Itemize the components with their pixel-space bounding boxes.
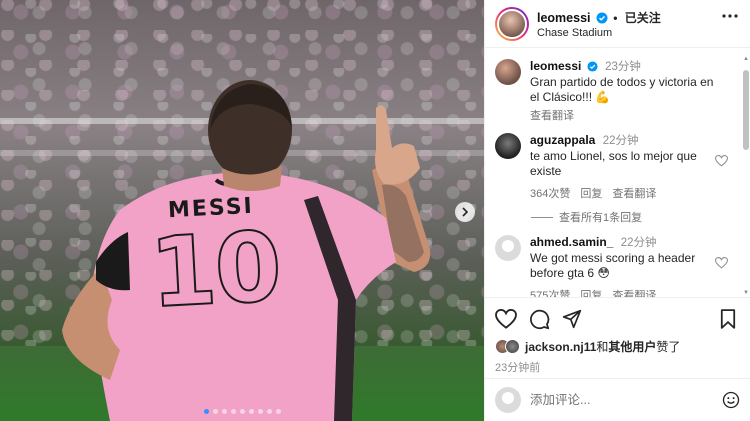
share-button[interactable] — [562, 309, 582, 329]
scroll-down-arrow[interactable]: ▼ — [743, 290, 749, 296]
see-translation-link[interactable]: 查看翻译 — [530, 107, 574, 123]
view-replies-link[interactable]: 查看所有1条回复 — [531, 209, 734, 225]
comment-time[interactable]: 22分钟 — [621, 237, 657, 249]
instagram-post-viewer: MESSI 10 leomessi • 已关注 Chase Stadium le… — [0, 0, 750, 421]
carousel-indicator — [0, 409, 484, 414]
commenter-avatar[interactable] — [495, 235, 521, 261]
comment-button[interactable] — [529, 309, 550, 330]
post-side-panel: leomessi • 已关注 Chase Stadium leomessi 23… — [484, 0, 750, 421]
emoji-button[interactable] — [722, 391, 740, 409]
bookmark-icon — [720, 309, 736, 329]
caption-username[interactable]: leomessi — [530, 59, 581, 73]
carousel-dot — [257, 409, 263, 414]
comment-input[interactable] — [530, 393, 700, 407]
comment-likes[interactable]: 364次赞 — [530, 185, 570, 201]
scroll-up-arrow[interactable]: ▲ — [743, 56, 749, 62]
scrollbar-thumb[interactable] — [743, 70, 749, 150]
caption-time[interactable]: 23分钟 — [605, 61, 641, 73]
location-link[interactable]: Chase Stadium — [537, 27, 661, 39]
commenter-avatar[interactable] — [495, 133, 521, 159]
carousel-next-button[interactable] — [455, 202, 475, 222]
caption: leomessi 23分钟 Gran partido de todos y vi… — [495, 59, 734, 123]
comments-list[interactable]: leomessi 23分钟 Gran partido de todos y vi… — [485, 49, 744, 297]
see-translation-link[interactable]: 查看翻译 — [612, 185, 656, 201]
author-avatar[interactable] — [495, 59, 521, 85]
others-link[interactable]: 其他用户 — [608, 338, 656, 355]
post-timestamp[interactable]: 23分钟前 — [495, 359, 740, 375]
carousel-dot — [230, 409, 236, 414]
likes-summary[interactable]: jackson.nj11 和 其他用户 赞了 — [495, 338, 740, 355]
liker-username[interactable]: jackson.nj11 — [525, 340, 596, 354]
more-icon[interactable] — [722, 14, 738, 18]
jersey-number: 10 — [146, 210, 283, 331]
carousel-dot — [266, 409, 272, 414]
comment-icon — [530, 309, 550, 329]
viewer-avatar — [495, 387, 521, 413]
chevron-right-icon — [462, 207, 469, 217]
post-photo: MESSI 10 — [0, 0, 484, 421]
comment-time[interactable]: 22分钟 — [603, 135, 639, 147]
carousel-dot — [275, 409, 281, 414]
post-header: leomessi • 已关注 Chase Stadium — [485, 0, 750, 48]
save-button[interactable] — [720, 309, 736, 329]
comments-scrollbar[interactable]: ▲ ▼ — [743, 56, 749, 296]
view-replies-label: 查看所有1条回复 — [559, 212, 643, 224]
comment-likes[interactable]: 575次赞 — [530, 287, 570, 297]
caption-text: Gran partido de todos y victoria en el C… — [530, 75, 714, 104]
comment-text: te amo Lionel, sos lo mejor que existe — [530, 149, 697, 178]
heart-icon — [495, 309, 517, 329]
post-actions-area: jackson.nj11 和 其他用户 赞了 23分钟前 — [485, 297, 750, 375]
action-bar — [495, 306, 740, 332]
carousel-dot — [212, 409, 218, 414]
follow-status-button[interactable]: 已关注 — [625, 11, 661, 25]
commenter-username[interactable]: ahmed.samin_ — [530, 235, 613, 249]
reply-button[interactable]: 回复 — [580, 287, 602, 297]
likes-connector: 和 — [596, 340, 609, 354]
reply-button[interactable]: 回复 — [580, 185, 602, 201]
heart-icon[interactable] — [715, 257, 728, 269]
emoji-icon — [722, 391, 740, 409]
verified-icon — [596, 12, 608, 23]
heart-icon[interactable] — [715, 155, 728, 167]
author-username[interactable]: leomessi — [537, 11, 591, 25]
likes-suffix: 赞了 — [656, 340, 681, 354]
share-icon — [562, 309, 582, 329]
liker-avatar — [505, 339, 520, 354]
comment-item: ahmed.samin_ 22分钟 We got messi scoring a… — [495, 235, 734, 297]
add-comment-bar — [485, 378, 750, 421]
see-translation-link[interactable]: 查看翻译 — [612, 287, 656, 297]
comment-item: aguzappala 22分钟 te amo Lionel, sos lo me… — [495, 133, 734, 201]
carousel-dot — [248, 409, 254, 414]
like-button[interactable] — [495, 309, 517, 329]
author-avatar[interactable] — [495, 6, 529, 41]
comment-text: We got messi scoring a header before gta… — [530, 251, 696, 280]
carousel-dot — [203, 409, 209, 414]
verified-icon — [587, 61, 598, 72]
carousel-dot — [221, 409, 227, 414]
carousel-dot — [239, 409, 245, 414]
commenter-username[interactable]: aguzappala — [530, 133, 595, 147]
